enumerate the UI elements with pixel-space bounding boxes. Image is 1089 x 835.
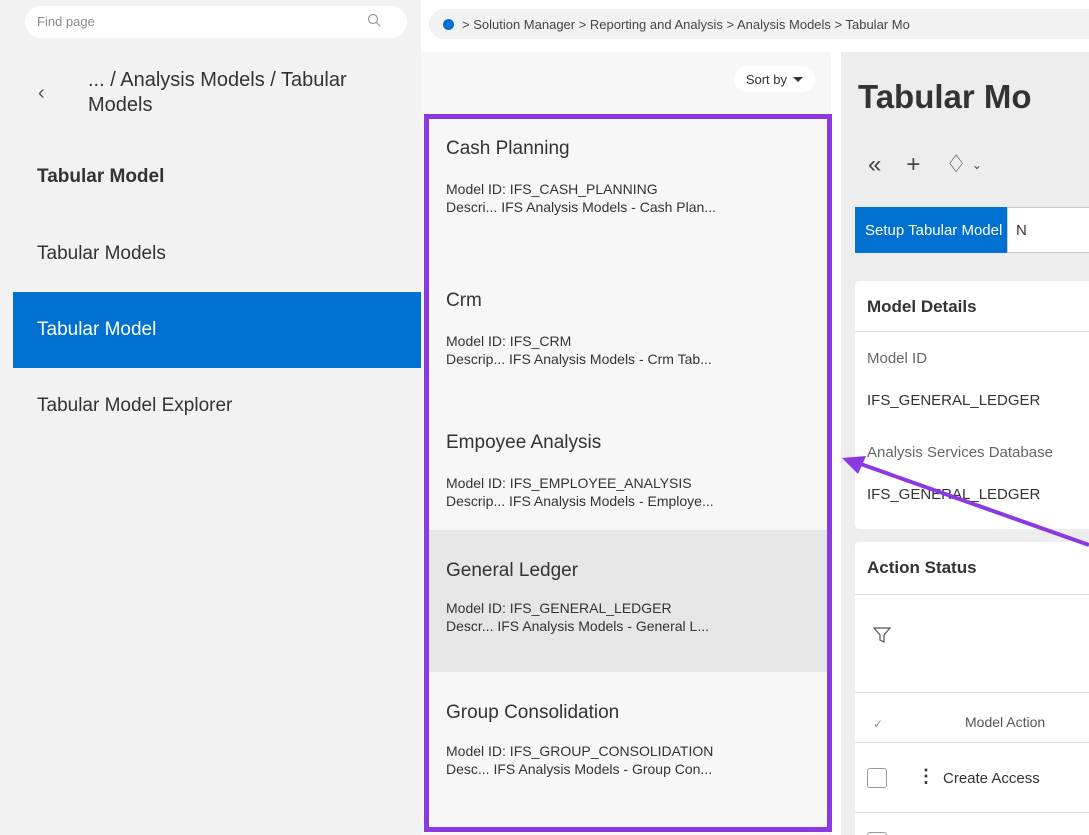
add-icon[interactable]: + — [906, 151, 920, 179]
chevron-down-icon[interactable]: ⌄ — [972, 158, 982, 172]
tab-setup-tabular-model[interactable]: Setup Tabular Model — [855, 207, 1013, 253]
back-chevron-icon[interactable]: ‹ — [38, 82, 45, 105]
top-breadcrumb[interactable]: > Solution Manager > Reporting and Analy… — [429, 9, 1089, 39]
home-dot-icon[interactable] — [443, 18, 454, 30]
bell-icon[interactable]: ♢ — [945, 150, 967, 179]
nav-breadcrumb[interactable]: ‹ ... / Analysis Models / Tabular Models — [0, 60, 421, 130]
nav-item-tabular-models[interactable]: Tabular Models — [13, 216, 421, 292]
divider — [855, 594, 1089, 595]
nav-section-heading: Tabular Model — [37, 166, 165, 187]
sort-by-button[interactable]: Sort by — [733, 66, 815, 92]
model-id-value: IFS_GENERAL_LEDGER — [867, 392, 1041, 409]
nav-breadcrumb-text: ... / Analysis Models / Tabular Models — [88, 69, 347, 116]
action-status-heading: Action Status — [867, 558, 977, 577]
nav-item-tabular-model[interactable]: Tabular Model — [13, 292, 421, 368]
page-title: Tabular Mo — [858, 78, 1032, 115]
divider — [855, 331, 1089, 332]
detail-panel: Tabular Mo « + ♢ ⌄ Setup Tabular Model N… — [841, 52, 1089, 835]
divider — [855, 692, 1089, 693]
select-all-check-icon[interactable]: ✓ — [873, 717, 883, 731]
annotation-highlight-box — [424, 114, 832, 832]
database-label: Analysis Services Database — [867, 444, 1053, 461]
row-more-icon[interactable]: ⋮ — [917, 766, 935, 787]
model-details-heading: Model Details — [867, 297, 977, 316]
column-header-model-action[interactable]: Model Action — [965, 714, 1045, 730]
action-status-card: Action Status ✓ Model Action ⋮ Create Ac… — [855, 542, 1089, 835]
search-placeholder: Find page — [37, 14, 95, 29]
row-checkbox[interactable] — [867, 768, 887, 788]
model-details-card: Model Details Model ID IFS_GENERAL_LEDGE… — [855, 281, 1089, 529]
caret-down-icon — [793, 76, 803, 82]
divider — [855, 812, 1089, 813]
left-navigation: Find page ‹ ... / Analysis Models / Tabu… — [0, 0, 421, 835]
nav-item-tabular-model-explorer[interactable]: Tabular Model Explorer — [13, 368, 421, 444]
search-icon[interactable] — [367, 13, 381, 27]
tab-next[interactable]: N — [1007, 207, 1089, 253]
row-model-action[interactable]: Create Access — [943, 770, 1040, 787]
collapse-double-chevron-icon[interactable]: « — [868, 151, 881, 179]
top-breadcrumb-text[interactable]: > Solution Manager > Reporting and Analy… — [462, 17, 910, 32]
toolbar: « + ♢ ⌄ — [868, 150, 982, 179]
divider — [855, 742, 1089, 743]
model-id-label: Model ID — [867, 350, 928, 367]
search-input[interactable]: Find page — [25, 6, 407, 38]
filter-icon[interactable] — [873, 626, 891, 644]
database-value: IFS_GENERAL_LEDGER — [867, 486, 1041, 503]
sort-by-label: Sort by — [745, 71, 787, 87]
